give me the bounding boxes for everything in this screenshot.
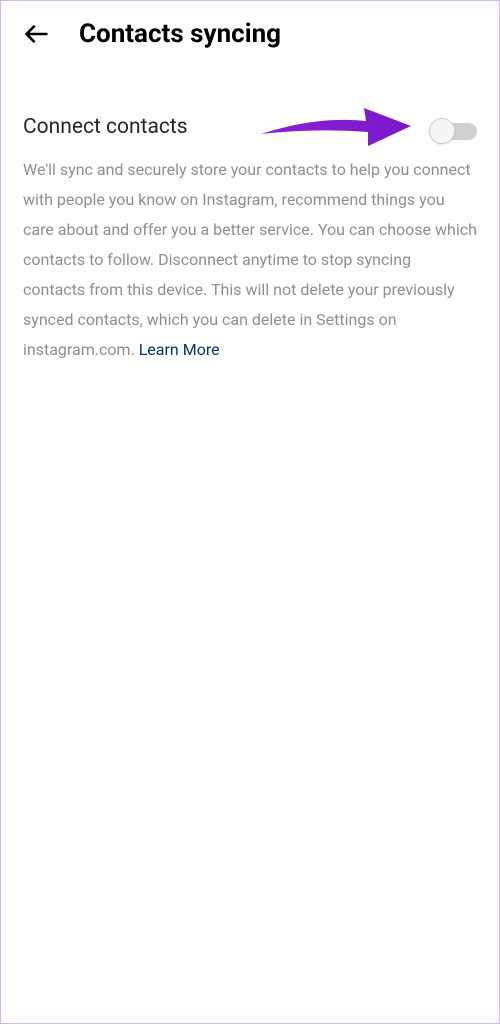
header: Contacts syncing (1, 1, 499, 67)
page-title: Contacts syncing (79, 19, 281, 49)
description-body: We'll sync and securely store your conta… (23, 160, 477, 359)
back-arrow-icon[interactable] (23, 20, 51, 48)
connect-contacts-label: Connect contacts (23, 115, 188, 139)
description-text: We'll sync and securely store your conta… (1, 155, 499, 365)
connect-contacts-row: Connect contacts (1, 105, 499, 155)
learn-more-link[interactable]: Learn More (139, 340, 220, 359)
connect-contacts-toggle[interactable] (433, 118, 477, 136)
toggle-thumb (429, 118, 455, 144)
